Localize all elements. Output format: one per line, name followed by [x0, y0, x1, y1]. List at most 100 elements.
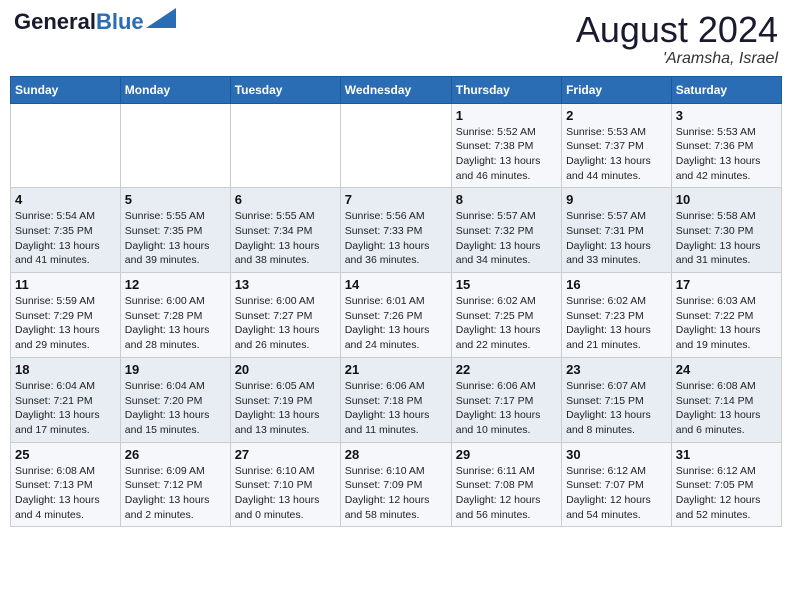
- calendar-cell: 6Sunrise: 5:55 AM Sunset: 7:34 PM Daylig…: [230, 188, 340, 273]
- calendar-cell: 20 Sunrise: 6:05 AM Sunset: 7:19 PM Dayli…: [230, 357, 340, 442]
- day-info: Sunrise: 6:06 AM Sunset: 7:17 PM Dayligh…: [456, 379, 557, 438]
- day-number: 23: [566, 362, 667, 377]
- day-number: 12: [125, 277, 226, 292]
- week-row-4: 18 Sunrise: 6:04 AM Sunset: 7:21 PM Dayli…: [11, 357, 782, 442]
- calendar-cell: 2 Sunrise: 5:53 AM Sunset: 7:37 PM Daylig…: [562, 103, 672, 188]
- day-info: Sunrise: 6:12 AM Sunset: 7:05 PM Dayligh…: [676, 464, 777, 523]
- location: 'Aramsha, Israel: [576, 50, 778, 68]
- month-title: August 2024: [576, 10, 778, 50]
- day-info: Sunrise: 6:08 AM Sunset: 7:14 PM Dayligh…: [676, 379, 777, 438]
- day-number: 1: [456, 108, 557, 123]
- weekday-header-saturday: Saturday: [671, 76, 781, 103]
- day-info: Sunrise: 6:12 AM Sunset: 7:07 PM Dayligh…: [566, 464, 667, 523]
- day-number: 6: [235, 192, 336, 207]
- calendar-cell: 31 Sunrise: 6:12 AM Sunset: 7:05 PM Dayli…: [671, 442, 781, 527]
- day-number: 15: [456, 277, 557, 292]
- day-number: 9: [566, 192, 667, 207]
- day-info: Sunrise: 6:08 AM Sunset: 7:13 PM Dayligh…: [15, 464, 116, 523]
- day-number: 17: [676, 277, 777, 292]
- calendar-cell: 26 Sunrise: 6:09 AM Sunset: 7:12 PM Dayli…: [120, 442, 230, 527]
- day-info: Sunrise: 6:11 AM Sunset: 7:08 PM Dayligh…: [456, 464, 557, 523]
- day-number: 26: [125, 447, 226, 462]
- day-number: 8: [456, 192, 557, 207]
- day-info: Sunrise: 5:53 AM Sunset: 7:37 PM Dayligh…: [566, 125, 667, 184]
- calendar-cell: 16 Sunrise: 6:02 AM Sunset: 7:23 PM Dayli…: [562, 273, 672, 358]
- weekday-header-wednesday: Wednesday: [340, 76, 451, 103]
- page-header: GeneralBlue August 2024 'Aramsha, Israel: [10, 10, 782, 68]
- day-number: 5: [125, 192, 226, 207]
- week-row-3: 11 Sunrise: 5:59 AM Sunset: 7:29 PM Dayli…: [11, 273, 782, 358]
- calendar-cell: 11 Sunrise: 5:59 AM Sunset: 7:29 PM Dayli…: [11, 273, 121, 358]
- day-info: Sunrise: 5:57 AM Sunset: 7:32 PM Dayligh…: [456, 209, 557, 268]
- calendar-cell: [230, 103, 340, 188]
- calendar-cell: 19Sunrise: 6:04 AM Sunset: 7:20 PM Dayli…: [120, 357, 230, 442]
- weekday-header-friday: Friday: [562, 76, 672, 103]
- day-info: Sunrise: 5:54 AM Sunset: 7:35 PM Dayligh…: [15, 209, 116, 268]
- calendar-cell: 25 Sunrise: 6:08 AM Sunset: 7:13 PM Dayli…: [11, 442, 121, 527]
- day-number: 29: [456, 447, 557, 462]
- calendar-cell: 29 Sunrise: 6:11 AM Sunset: 7:08 PM Dayli…: [451, 442, 561, 527]
- day-info: Sunrise: 5:57 AM Sunset: 7:31 PM Dayligh…: [566, 209, 667, 268]
- calendar-cell: 7 Sunrise: 5:56 AM Sunset: 7:33 PM Daylig…: [340, 188, 451, 273]
- calendar-cell: 3Sunrise: 5:53 AM Sunset: 7:36 PM Daylig…: [671, 103, 781, 188]
- week-row-2: 4Sunrise: 5:54 AM Sunset: 7:35 PM Daylig…: [11, 188, 782, 273]
- calendar-cell: 27 Sunrise: 6:10 AM Sunset: 7:10 PM Dayli…: [230, 442, 340, 527]
- day-number: 16: [566, 277, 667, 292]
- day-info: Sunrise: 6:10 AM Sunset: 7:10 PM Dayligh…: [235, 464, 336, 523]
- calendar-cell: 12Sunrise: 6:00 AM Sunset: 7:28 PM Dayli…: [120, 273, 230, 358]
- calendar-cell: 21Sunrise: 6:06 AM Sunset: 7:18 PM Dayli…: [340, 357, 451, 442]
- day-number: 22: [456, 362, 557, 377]
- weekday-header-sunday: Sunday: [11, 76, 121, 103]
- day-number: 13: [235, 277, 336, 292]
- day-info: Sunrise: 6:02 AM Sunset: 7:23 PM Dayligh…: [566, 294, 667, 353]
- calendar-cell: 10Sunrise: 5:58 AM Sunset: 7:30 PM Dayli…: [671, 188, 781, 273]
- calendar-cell: 30 Sunrise: 6:12 AM Sunset: 7:07 PM Dayli…: [562, 442, 672, 527]
- day-number: 10: [676, 192, 777, 207]
- week-row-5: 25 Sunrise: 6:08 AM Sunset: 7:13 PM Dayli…: [11, 442, 782, 527]
- day-info: Sunrise: 6:04 AM Sunset: 7:21 PM Dayligh…: [15, 379, 116, 438]
- weekday-header-row: SundayMondayTuesdayWednesdayThursdayFrid…: [11, 76, 782, 103]
- day-number: 7: [345, 192, 447, 207]
- day-number: 30: [566, 447, 667, 462]
- day-info: Sunrise: 5:56 AM Sunset: 7:33 PM Dayligh…: [345, 209, 447, 268]
- calendar-cell: 15 Sunrise: 6:02 AM Sunset: 7:25 PM Dayli…: [451, 273, 561, 358]
- calendar-cell: 8 Sunrise: 5:57 AM Sunset: 7:32 PM Daylig…: [451, 188, 561, 273]
- calendar-cell: 24Sunrise: 6:08 AM Sunset: 7:14 PM Dayli…: [671, 357, 781, 442]
- day-info: Sunrise: 6:09 AM Sunset: 7:12 PM Dayligh…: [125, 464, 226, 523]
- calendar-cell: [120, 103, 230, 188]
- calendar-cell: 13 Sunrise: 6:00 AM Sunset: 7:27 PM Dayli…: [230, 273, 340, 358]
- day-number: 11: [15, 277, 116, 292]
- calendar-cell: 5 Sunrise: 5:55 AM Sunset: 7:35 PM Daylig…: [120, 188, 230, 273]
- day-info: Sunrise: 5:53 AM Sunset: 7:36 PM Dayligh…: [676, 125, 777, 184]
- day-info: Sunrise: 5:59 AM Sunset: 7:29 PM Dayligh…: [15, 294, 116, 353]
- day-number: 20: [235, 362, 336, 377]
- day-info: Sunrise: 6:03 AM Sunset: 7:22 PM Dayligh…: [676, 294, 777, 353]
- logo-icon: [146, 8, 176, 28]
- day-number: 28: [345, 447, 447, 462]
- calendar-cell: [340, 103, 451, 188]
- day-number: 2: [566, 108, 667, 123]
- calendar-cell: [11, 103, 121, 188]
- weekday-header-tuesday: Tuesday: [230, 76, 340, 103]
- calendar-table: SundayMondayTuesdayWednesdayThursdayFrid…: [10, 76, 782, 528]
- calendar-cell: 9 Sunrise: 5:57 AM Sunset: 7:31 PM Daylig…: [562, 188, 672, 273]
- title-block: August 2024 'Aramsha, Israel: [576, 10, 778, 68]
- day-info: Sunrise: 6:06 AM Sunset: 7:18 PM Dayligh…: [345, 379, 447, 438]
- logo-text: GeneralBlue: [14, 10, 144, 34]
- day-number: 27: [235, 447, 336, 462]
- day-info: Sunrise: 6:05 AM Sunset: 7:19 PM Dayligh…: [235, 379, 336, 438]
- day-number: 31: [676, 447, 777, 462]
- day-info: Sunrise: 6:00 AM Sunset: 7:27 PM Dayligh…: [235, 294, 336, 353]
- calendar-cell: 1 Sunrise: 5:52 AM Sunset: 7:38 PM Daylig…: [451, 103, 561, 188]
- day-number: 25: [15, 447, 116, 462]
- calendar-cell: 17 Sunrise: 6:03 AM Sunset: 7:22 PM Dayli…: [671, 273, 781, 358]
- weekday-header-monday: Monday: [120, 76, 230, 103]
- calendar-cell: 23Sunrise: 6:07 AM Sunset: 7:15 PM Dayli…: [562, 357, 672, 442]
- day-info: Sunrise: 5:55 AM Sunset: 7:35 PM Dayligh…: [125, 209, 226, 268]
- day-info: Sunrise: 6:01 AM Sunset: 7:26 PM Dayligh…: [345, 294, 447, 353]
- day-info: Sunrise: 6:02 AM Sunset: 7:25 PM Dayligh…: [456, 294, 557, 353]
- day-number: 18: [15, 362, 116, 377]
- day-info: Sunrise: 5:52 AM Sunset: 7:38 PM Dayligh…: [456, 125, 557, 184]
- day-info: Sunrise: 6:10 AM Sunset: 7:09 PM Dayligh…: [345, 464, 447, 523]
- calendar-cell: 4Sunrise: 5:54 AM Sunset: 7:35 PM Daylig…: [11, 188, 121, 273]
